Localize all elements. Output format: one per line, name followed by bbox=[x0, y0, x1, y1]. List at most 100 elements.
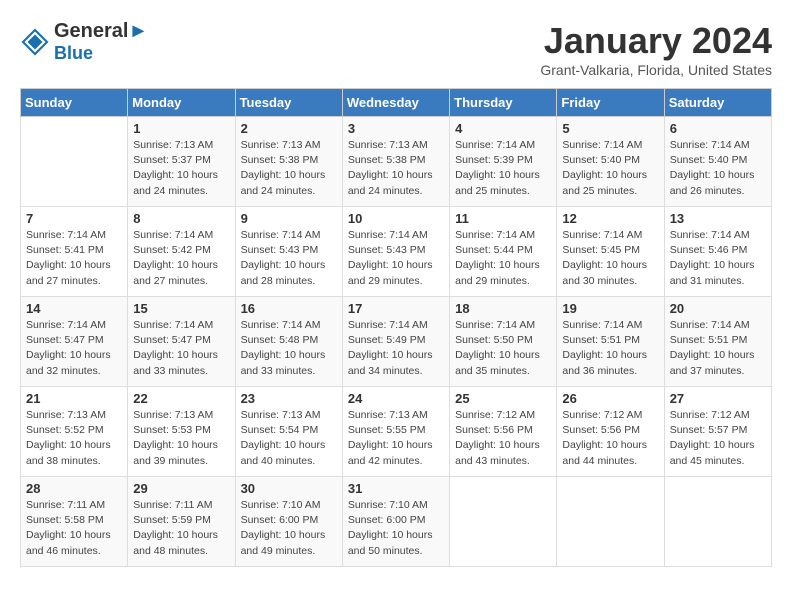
calendar-cell: 9 Sunrise: 7:14 AM Sunset: 5:43 PM Daylig… bbox=[235, 207, 342, 297]
calendar-cell: 13Sunrise: 7:14 AM Sunset: 5:46 PM Dayli… bbox=[664, 207, 771, 297]
week-row-2: 7Sunrise: 7:14 AM Sunset: 5:41 PM Daylig… bbox=[21, 207, 772, 297]
calendar-cell: 6 Sunrise: 7:14 AM Sunset: 5:40 PM Daylig… bbox=[664, 117, 771, 207]
day-info: Sunrise: 7:13 AM Sunset: 5:37 PM Dayligh… bbox=[133, 138, 229, 199]
calendar-cell: 26Sunrise: 7:12 AM Sunset: 5:56 PM Dayli… bbox=[557, 387, 664, 477]
calendar-cell: 24 Sunrise: 7:13 AM Sunset: 5:55 PM Dayli… bbox=[342, 387, 449, 477]
day-info: Sunrise: 7:13 AM Sunset: 5:55 PM Dayligh… bbox=[348, 408, 444, 469]
day-info: Sunrise: 7:11 AM Sunset: 5:59 PM Dayligh… bbox=[133, 498, 229, 559]
day-info: Sunrise: 7:13 AM Sunset: 5:38 PM Dayligh… bbox=[241, 138, 337, 199]
weekday-header-sunday: Sunday bbox=[21, 89, 128, 117]
day-number: 6 bbox=[670, 121, 766, 136]
weekday-header-thursday: Thursday bbox=[450, 89, 557, 117]
day-number: 24 bbox=[348, 391, 444, 406]
calendar-cell: 21Sunrise: 7:13 AM Sunset: 5:52 PM Dayli… bbox=[21, 387, 128, 477]
day-info: Sunrise: 7:11 AM Sunset: 5:58 PM Dayligh… bbox=[26, 498, 122, 559]
calendar-cell bbox=[450, 477, 557, 567]
day-number: 18 bbox=[455, 301, 551, 316]
calendar-cell: 11 Sunrise: 7:14 AM Sunset: 5:44 PM Dayli… bbox=[450, 207, 557, 297]
calendar-cell: 2 Sunrise: 7:13 AM Sunset: 5:38 PM Daylig… bbox=[235, 117, 342, 207]
day-number: 3 bbox=[348, 121, 444, 136]
calendar-cell bbox=[557, 477, 664, 567]
day-number: 12 bbox=[562, 211, 658, 226]
day-info: Sunrise: 7:14 AM Sunset: 5:40 PM Dayligh… bbox=[562, 138, 658, 199]
day-number: 20 bbox=[670, 301, 766, 316]
day-number: 7 bbox=[26, 211, 122, 226]
day-number: 17 bbox=[348, 301, 444, 316]
day-number: 4 bbox=[455, 121, 551, 136]
day-info: Sunrise: 7:14 AM Sunset: 5:47 PM Dayligh… bbox=[133, 318, 229, 379]
location: Grant-Valkaria, Florida, United States bbox=[540, 62, 772, 78]
calendar-cell: 16Sunrise: 7:14 AM Sunset: 5:48 PM Dayli… bbox=[235, 297, 342, 387]
day-number: 1 bbox=[133, 121, 229, 136]
day-info: Sunrise: 7:14 AM Sunset: 5:43 PM Dayligh… bbox=[348, 228, 444, 289]
weekday-header-tuesday: Tuesday bbox=[235, 89, 342, 117]
calendar-cell: 15Sunrise: 7:14 AM Sunset: 5:47 PM Dayli… bbox=[128, 297, 235, 387]
title-section: January 2024 Grant-Valkaria, Florida, Un… bbox=[540, 20, 772, 78]
day-info: Sunrise: 7:14 AM Sunset: 5:47 PM Dayligh… bbox=[26, 318, 122, 379]
day-number: 11 bbox=[455, 211, 551, 226]
day-info: Sunrise: 7:14 AM Sunset: 5:40 PM Dayligh… bbox=[670, 138, 766, 199]
day-info: Sunrise: 7:14 AM Sunset: 5:44 PM Dayligh… bbox=[455, 228, 551, 289]
day-info: Sunrise: 7:14 AM Sunset: 5:51 PM Dayligh… bbox=[562, 318, 658, 379]
day-info: Sunrise: 7:13 AM Sunset: 5:38 PM Dayligh… bbox=[348, 138, 444, 199]
day-number: 23 bbox=[241, 391, 337, 406]
calendar-cell: 27 Sunrise: 7:12 AM Sunset: 5:57 PM Dayli… bbox=[664, 387, 771, 477]
logo-icon bbox=[20, 27, 50, 57]
week-row-4: 21Sunrise: 7:13 AM Sunset: 5:52 PM Dayli… bbox=[21, 387, 772, 477]
day-number: 21 bbox=[26, 391, 122, 406]
day-info: Sunrise: 7:14 AM Sunset: 5:48 PM Dayligh… bbox=[241, 318, 337, 379]
day-number: 27 bbox=[670, 391, 766, 406]
calendar-cell: 14 Sunrise: 7:14 AM Sunset: 5:47 PM Dayli… bbox=[21, 297, 128, 387]
day-info: Sunrise: 7:12 AM Sunset: 5:56 PM Dayligh… bbox=[455, 408, 551, 469]
calendar-cell: 10 Sunrise: 7:14 AM Sunset: 5:43 PM Dayli… bbox=[342, 207, 449, 297]
day-info: Sunrise: 7:14 AM Sunset: 5:42 PM Dayligh… bbox=[133, 228, 229, 289]
day-info: Sunrise: 7:14 AM Sunset: 5:43 PM Dayligh… bbox=[241, 228, 337, 289]
month-title: January 2024 bbox=[540, 20, 772, 62]
calendar-cell: 25Sunrise: 7:12 AM Sunset: 5:56 PM Dayli… bbox=[450, 387, 557, 477]
day-number: 14 bbox=[26, 301, 122, 316]
calendar-cell: 28 Sunrise: 7:11 AM Sunset: 5:58 PM Dayli… bbox=[21, 477, 128, 567]
day-number: 26 bbox=[562, 391, 658, 406]
day-info: Sunrise: 7:14 AM Sunset: 5:50 PM Dayligh… bbox=[455, 318, 551, 379]
calendar-cell: 12Sunrise: 7:14 AM Sunset: 5:45 PM Dayli… bbox=[557, 207, 664, 297]
day-info: Sunrise: 7:14 AM Sunset: 5:51 PM Dayligh… bbox=[670, 318, 766, 379]
logo: General► Blue bbox=[20, 20, 148, 64]
week-row-1: 1 Sunrise: 7:13 AM Sunset: 5:37 PM Daylig… bbox=[21, 117, 772, 207]
day-number: 13 bbox=[670, 211, 766, 226]
day-number: 9 bbox=[241, 211, 337, 226]
calendar-cell: 17 Sunrise: 7:14 AM Sunset: 5:49 PM Dayli… bbox=[342, 297, 449, 387]
calendar-cell: 29 Sunrise: 7:11 AM Sunset: 5:59 PM Dayli… bbox=[128, 477, 235, 567]
day-info: Sunrise: 7:12 AM Sunset: 5:57 PM Dayligh… bbox=[670, 408, 766, 469]
day-number: 8 bbox=[133, 211, 229, 226]
calendar-cell: 31Sunrise: 7:10 AM Sunset: 6:00 PM Dayli… bbox=[342, 477, 449, 567]
day-number: 30 bbox=[241, 481, 337, 496]
calendar-cell: 7Sunrise: 7:14 AM Sunset: 5:41 PM Daylig… bbox=[21, 207, 128, 297]
weekday-header-monday: Monday bbox=[128, 89, 235, 117]
day-number: 19 bbox=[562, 301, 658, 316]
day-number: 10 bbox=[348, 211, 444, 226]
week-row-5: 28 Sunrise: 7:11 AM Sunset: 5:58 PM Dayli… bbox=[21, 477, 772, 567]
calendar-cell: 8 Sunrise: 7:14 AM Sunset: 5:42 PM Daylig… bbox=[128, 207, 235, 297]
day-number: 28 bbox=[26, 481, 122, 496]
calendar-cell: 1 Sunrise: 7:13 AM Sunset: 5:37 PM Daylig… bbox=[128, 117, 235, 207]
day-number: 5 bbox=[562, 121, 658, 136]
day-number: 29 bbox=[133, 481, 229, 496]
day-number: 2 bbox=[241, 121, 337, 136]
day-number: 22 bbox=[133, 391, 229, 406]
logo-text: General► Blue bbox=[54, 20, 148, 64]
calendar-cell: 20 Sunrise: 7:14 AM Sunset: 5:51 PM Dayli… bbox=[664, 297, 771, 387]
calendar-cell bbox=[21, 117, 128, 207]
day-info: Sunrise: 7:13 AM Sunset: 5:53 PM Dayligh… bbox=[133, 408, 229, 469]
calendar-cell: 5 Sunrise: 7:14 AM Sunset: 5:40 PM Daylig… bbox=[557, 117, 664, 207]
day-info: Sunrise: 7:10 AM Sunset: 6:00 PM Dayligh… bbox=[348, 498, 444, 559]
weekday-header-wednesday: Wednesday bbox=[342, 89, 449, 117]
weekday-header-friday: Friday bbox=[557, 89, 664, 117]
calendar-cell: 3 Sunrise: 7:13 AM Sunset: 5:38 PM Daylig… bbox=[342, 117, 449, 207]
day-info: Sunrise: 7:14 AM Sunset: 5:49 PM Dayligh… bbox=[348, 318, 444, 379]
weekday-header-saturday: Saturday bbox=[664, 89, 771, 117]
calendar-cell: 30 Sunrise: 7:10 AM Sunset: 6:00 PM Dayli… bbox=[235, 477, 342, 567]
calendar-cell bbox=[664, 477, 771, 567]
calendar-cell: 23Sunrise: 7:13 AM Sunset: 5:54 PM Dayli… bbox=[235, 387, 342, 477]
day-info: Sunrise: 7:10 AM Sunset: 6:00 PM Dayligh… bbox=[241, 498, 337, 559]
calendar-cell: 18 Sunrise: 7:14 AM Sunset: 5:50 PM Dayli… bbox=[450, 297, 557, 387]
